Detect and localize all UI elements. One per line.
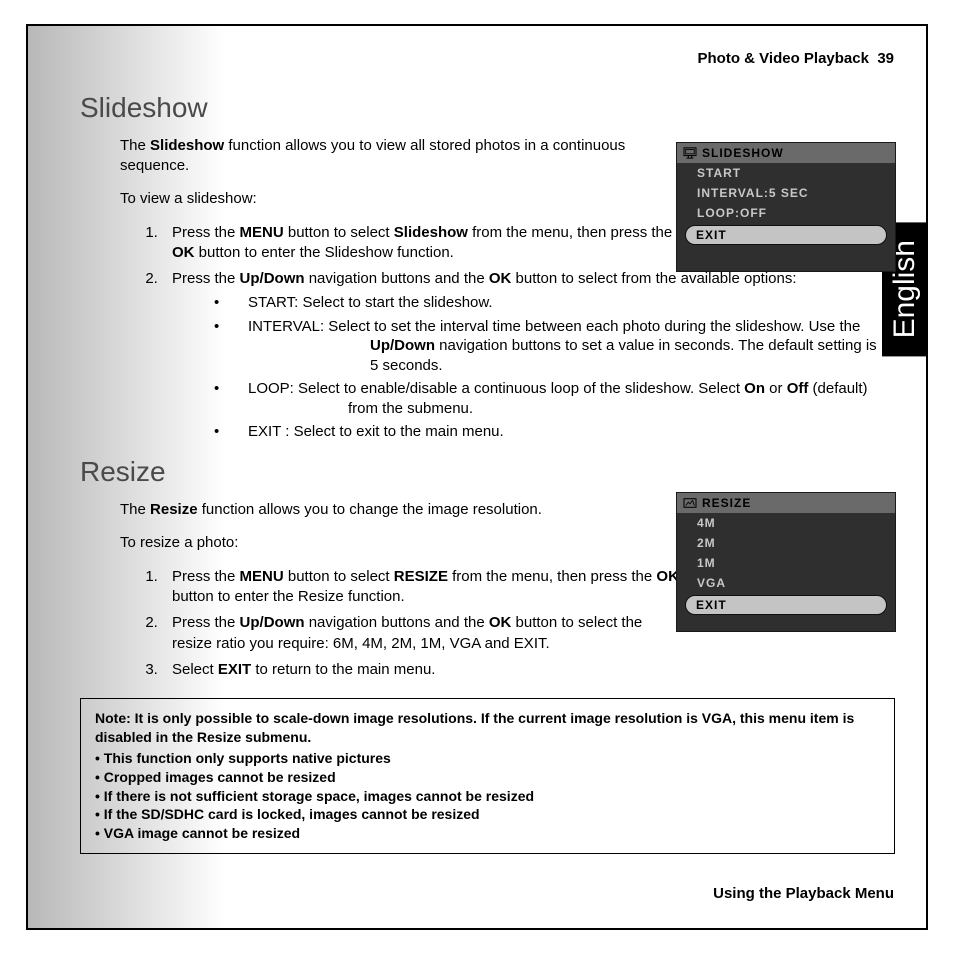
osd-resize: RESIZE 4M 2M 1M VGA EXIT	[676, 492, 896, 632]
footer-text: Using the Playback Menu	[713, 885, 894, 902]
section-title: Photo & Video Playback	[698, 50, 869, 67]
manual-page: Photo & Video Playback 39 English Slides…	[26, 24, 928, 930]
osd-title: RESIZE	[677, 493, 895, 513]
osd-title: SLIDESHOW	[677, 143, 895, 163]
resize-steps: Press the MENU button to select RESIZE f…	[162, 567, 680, 680]
note-bullets: This function only supports native pictu…	[95, 749, 880, 843]
resize-lead: To resize a photo:	[120, 533, 680, 553]
osd-row: START	[677, 163, 895, 183]
note-head: Note: It is only possible to scale-down …	[95, 709, 880, 747]
resize-icon	[683, 497, 697, 509]
list-item: If there is not sufficient storage space…	[95, 787, 880, 806]
osd-slideshow: SLIDESHOW START INTERVAL:5 SEC LOOP:OFF …	[676, 142, 896, 272]
list-item: Select EXIT to return to the main menu.	[162, 660, 680, 680]
osd-row: 2M	[677, 533, 895, 553]
list-item: Cropped images cannot be resized	[95, 768, 880, 787]
osd-row: VGA	[677, 573, 895, 593]
osd-row: LOOP:OFF	[677, 203, 895, 223]
slideshow-steps: Press the MENU button to select Slidesho…	[162, 223, 680, 442]
osd-row: 1M	[677, 553, 895, 573]
heading-slideshow: Slideshow	[80, 92, 900, 124]
resize-body: The Resize function allows you to change…	[120, 500, 680, 680]
osd-row-selected: EXIT	[685, 225, 887, 245]
heading-resize: Resize	[80, 456, 900, 488]
list-item: If the SD/SDHC card is locked, images ca…	[95, 805, 880, 824]
osd-row: 4M	[677, 513, 895, 533]
list-item: Press the Up/Down navigation buttons and…	[162, 613, 680, 654]
osd-row-selected: EXIT	[685, 595, 887, 615]
resize-intro: The Resize function allows you to change…	[120, 500, 680, 520]
list-item: Press the MENU button to select Slidesho…	[162, 223, 680, 264]
list-item: INTERVAL: Select to set the interval tim…	[214, 317, 882, 376]
list-item: This function only supports native pictu…	[95, 749, 880, 768]
note-box: Note: It is only possible to scale-down …	[80, 698, 895, 854]
list-item: LOOP: Select to enable/disable a continu…	[214, 379, 882, 418]
list-item: VGA image cannot be resized	[95, 824, 880, 843]
slideshow-body: The Slideshow function allows you to vie…	[120, 136, 680, 442]
page-header: Photo & Video Playback 39	[698, 50, 894, 67]
list-item: EXIT : Select to exit to the main menu.	[214, 422, 882, 442]
list-item: START: Select to start the slideshow.	[214, 293, 882, 313]
osd-row: INTERVAL:5 SEC	[677, 183, 895, 203]
list-item: Press the Up/Down navigation buttons and…	[162, 269, 882, 442]
slideshow-options: START: Select to start the slideshow. IN…	[214, 293, 882, 442]
slideshow-lead: To view a slideshow:	[120, 189, 680, 209]
slideshow-icon	[683, 147, 697, 159]
list-item: Press the MENU button to select RESIZE f…	[162, 567, 680, 608]
page-number: 39	[877, 50, 894, 67]
slideshow-intro: The Slideshow function allows you to vie…	[120, 136, 680, 175]
